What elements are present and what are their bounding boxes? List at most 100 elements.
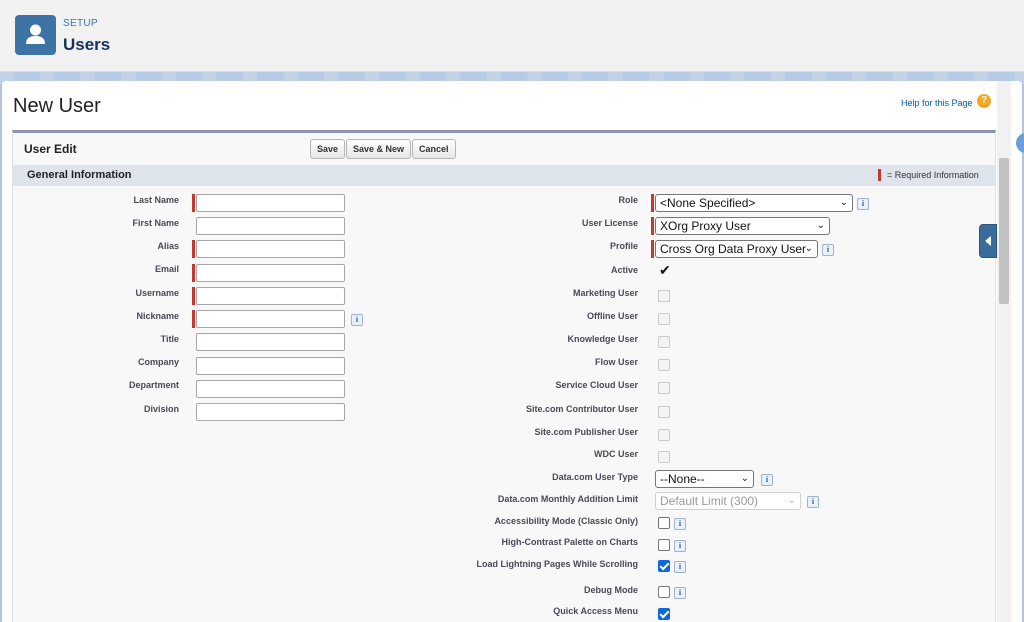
datacom-monthly-limit-label: Data.com Monthly Addition Limit	[497, 494, 638, 504]
profile-label: Profile	[609, 241, 638, 251]
division-input[interactable]	[196, 403, 345, 421]
required-legend-marker	[878, 169, 881, 181]
active-label: Active	[610, 265, 638, 275]
collapse-panel-tab[interactable]	[979, 224, 997, 258]
service-cloud-user-checkbox[interactable]	[658, 382, 670, 394]
first-name-input[interactable]	[196, 217, 345, 235]
datacom-user-type-label: Data.com User Type	[552, 472, 638, 482]
required-legend: = Required Information	[887, 170, 979, 180]
email-label: Email	[154, 264, 179, 274]
page-title: New User	[13, 95, 101, 117]
alias-input[interactable]	[196, 240, 345, 258]
datacom-user-type-select[interactable]: --None-- ⌄	[655, 470, 754, 488]
high-contrast-label: High-Contrast Palette on Charts	[501, 537, 638, 547]
last-name-input[interactable]	[196, 194, 345, 212]
required-marker	[192, 240, 195, 258]
email-input[interactable]	[196, 264, 345, 282]
flow-user-checkbox[interactable]	[658, 359, 670, 371]
required-marker	[651, 217, 654, 235]
profile-value: Cross Org Data Proxy User	[660, 242, 807, 256]
info-icon[interactable]: i	[761, 474, 773, 486]
datacom-user-type-value: --None--	[660, 472, 705, 486]
marketing-user-checkbox[interactable]	[658, 290, 670, 302]
info-icon[interactable]: i	[822, 244, 834, 256]
nickname-input[interactable]	[196, 310, 345, 328]
info-icon[interactable]: i	[674, 540, 686, 552]
username-input[interactable]	[196, 287, 345, 305]
service-cloud-user-label: Service Cloud User	[555, 380, 638, 390]
help-icon[interactable]: ?	[977, 94, 991, 108]
chevron-down-icon: ⌄	[839, 197, 848, 208]
setup-label: SETUP	[63, 18, 98, 29]
site-contributor-checkbox[interactable]	[658, 406, 670, 418]
marketing-user-label: Marketing User	[572, 288, 638, 298]
site-publisher-label: Site.com Publisher User	[534, 427, 638, 437]
form-title: User Edit	[24, 142, 77, 156]
datacom-monthly-limit-select: Default Limit (300) ⌄	[655, 492, 801, 510]
datacom-monthly-limit-value: Default Limit (300)	[660, 494, 759, 508]
chevron-down-icon: ⌄	[816, 220, 825, 231]
flow-user-label: Flow User	[594, 357, 638, 367]
info-icon[interactable]: i	[674, 561, 686, 573]
section-title: General Information	[27, 169, 132, 181]
department-input[interactable]	[196, 380, 345, 398]
first-name-label: First Name	[132, 218, 179, 228]
accessibility-mode-label: Accessibility Mode (Classic Only)	[494, 516, 638, 526]
chevron-down-icon: ⌄	[787, 495, 796, 506]
section-header	[13, 165, 995, 186]
role-label: Role	[618, 195, 638, 205]
alias-label: Alias	[157, 241, 179, 251]
user-license-select[interactable]: XOrg Proxy User ⌄	[655, 217, 830, 235]
save-button[interactable]: Save	[310, 139, 346, 159]
info-icon[interactable]: i	[674, 587, 686, 599]
header-page-name: Users	[63, 35, 111, 54]
high-contrast-checkbox[interactable]	[658, 539, 670, 551]
required-marker	[651, 194, 654, 212]
required-marker	[651, 240, 654, 258]
chevron-down-icon: ⌄	[740, 473, 749, 484]
user-license-value: XOrg Proxy User	[660, 219, 751, 233]
required-marker	[192, 194, 195, 212]
quick-access-menu-label: Quick Access Menu	[553, 606, 638, 616]
nickname-label: Nickname	[136, 311, 179, 321]
company-input[interactable]	[196, 357, 345, 375]
knowledge-user-checkbox[interactable]	[658, 336, 670, 348]
active-checkmark-icon: ✔	[659, 262, 671, 278]
load-lightning-pages-checkbox[interactable]	[658, 560, 670, 572]
info-icon[interactable]: i	[351, 314, 363, 326]
department-label: Department	[128, 380, 179, 390]
info-icon[interactable]: i	[857, 198, 869, 210]
quick-access-menu-checkbox[interactable]	[658, 608, 670, 620]
offline-user-label: Offline User	[586, 311, 638, 321]
chevron-down-icon: ⌄	[804, 243, 813, 254]
company-label: Company	[137, 357, 179, 367]
debug-mode-label: Debug Mode	[584, 585, 638, 595]
profile-select[interactable]: Cross Org Data Proxy User ⌄	[655, 240, 818, 258]
site-publisher-checkbox[interactable]	[658, 429, 670, 441]
cancel-button[interactable]: Cancel	[412, 139, 456, 159]
user-license-label: User License	[581, 218, 638, 228]
accessibility-mode-checkbox[interactable]	[658, 517, 670, 529]
last-name-label: Last Name	[133, 195, 179, 205]
required-marker	[192, 287, 195, 305]
load-lightning-pages-label: Load Lightning Pages While Scrolling	[476, 559, 638, 569]
title-input[interactable]	[196, 333, 345, 351]
info-icon[interactable]: i	[807, 496, 819, 508]
required-marker	[192, 264, 195, 282]
required-marker	[192, 310, 195, 328]
wdc-user-checkbox[interactable]	[658, 451, 670, 463]
scrollbar-thumb[interactable]	[999, 158, 1009, 304]
offline-user-checkbox[interactable]	[658, 313, 670, 325]
user-icon	[15, 15, 56, 55]
knowledge-user-label: Knowledge User	[567, 334, 638, 344]
debug-mode-checkbox[interactable]	[658, 586, 670, 598]
role-select[interactable]: <None Specified> ⌄	[655, 194, 853, 212]
title-label: Title	[160, 334, 179, 344]
site-contributor-label: Site.com Contributor User	[525, 404, 638, 414]
division-label: Division	[143, 404, 179, 414]
save-new-button[interactable]: Save & New	[346, 139, 412, 159]
info-icon[interactable]: i	[674, 518, 686, 530]
wdc-user-label: WDC User	[593, 449, 638, 459]
setup-header: SETUP Users	[0, 0, 1024, 72]
help-link[interactable]: Help for this Page	[901, 98, 973, 108]
